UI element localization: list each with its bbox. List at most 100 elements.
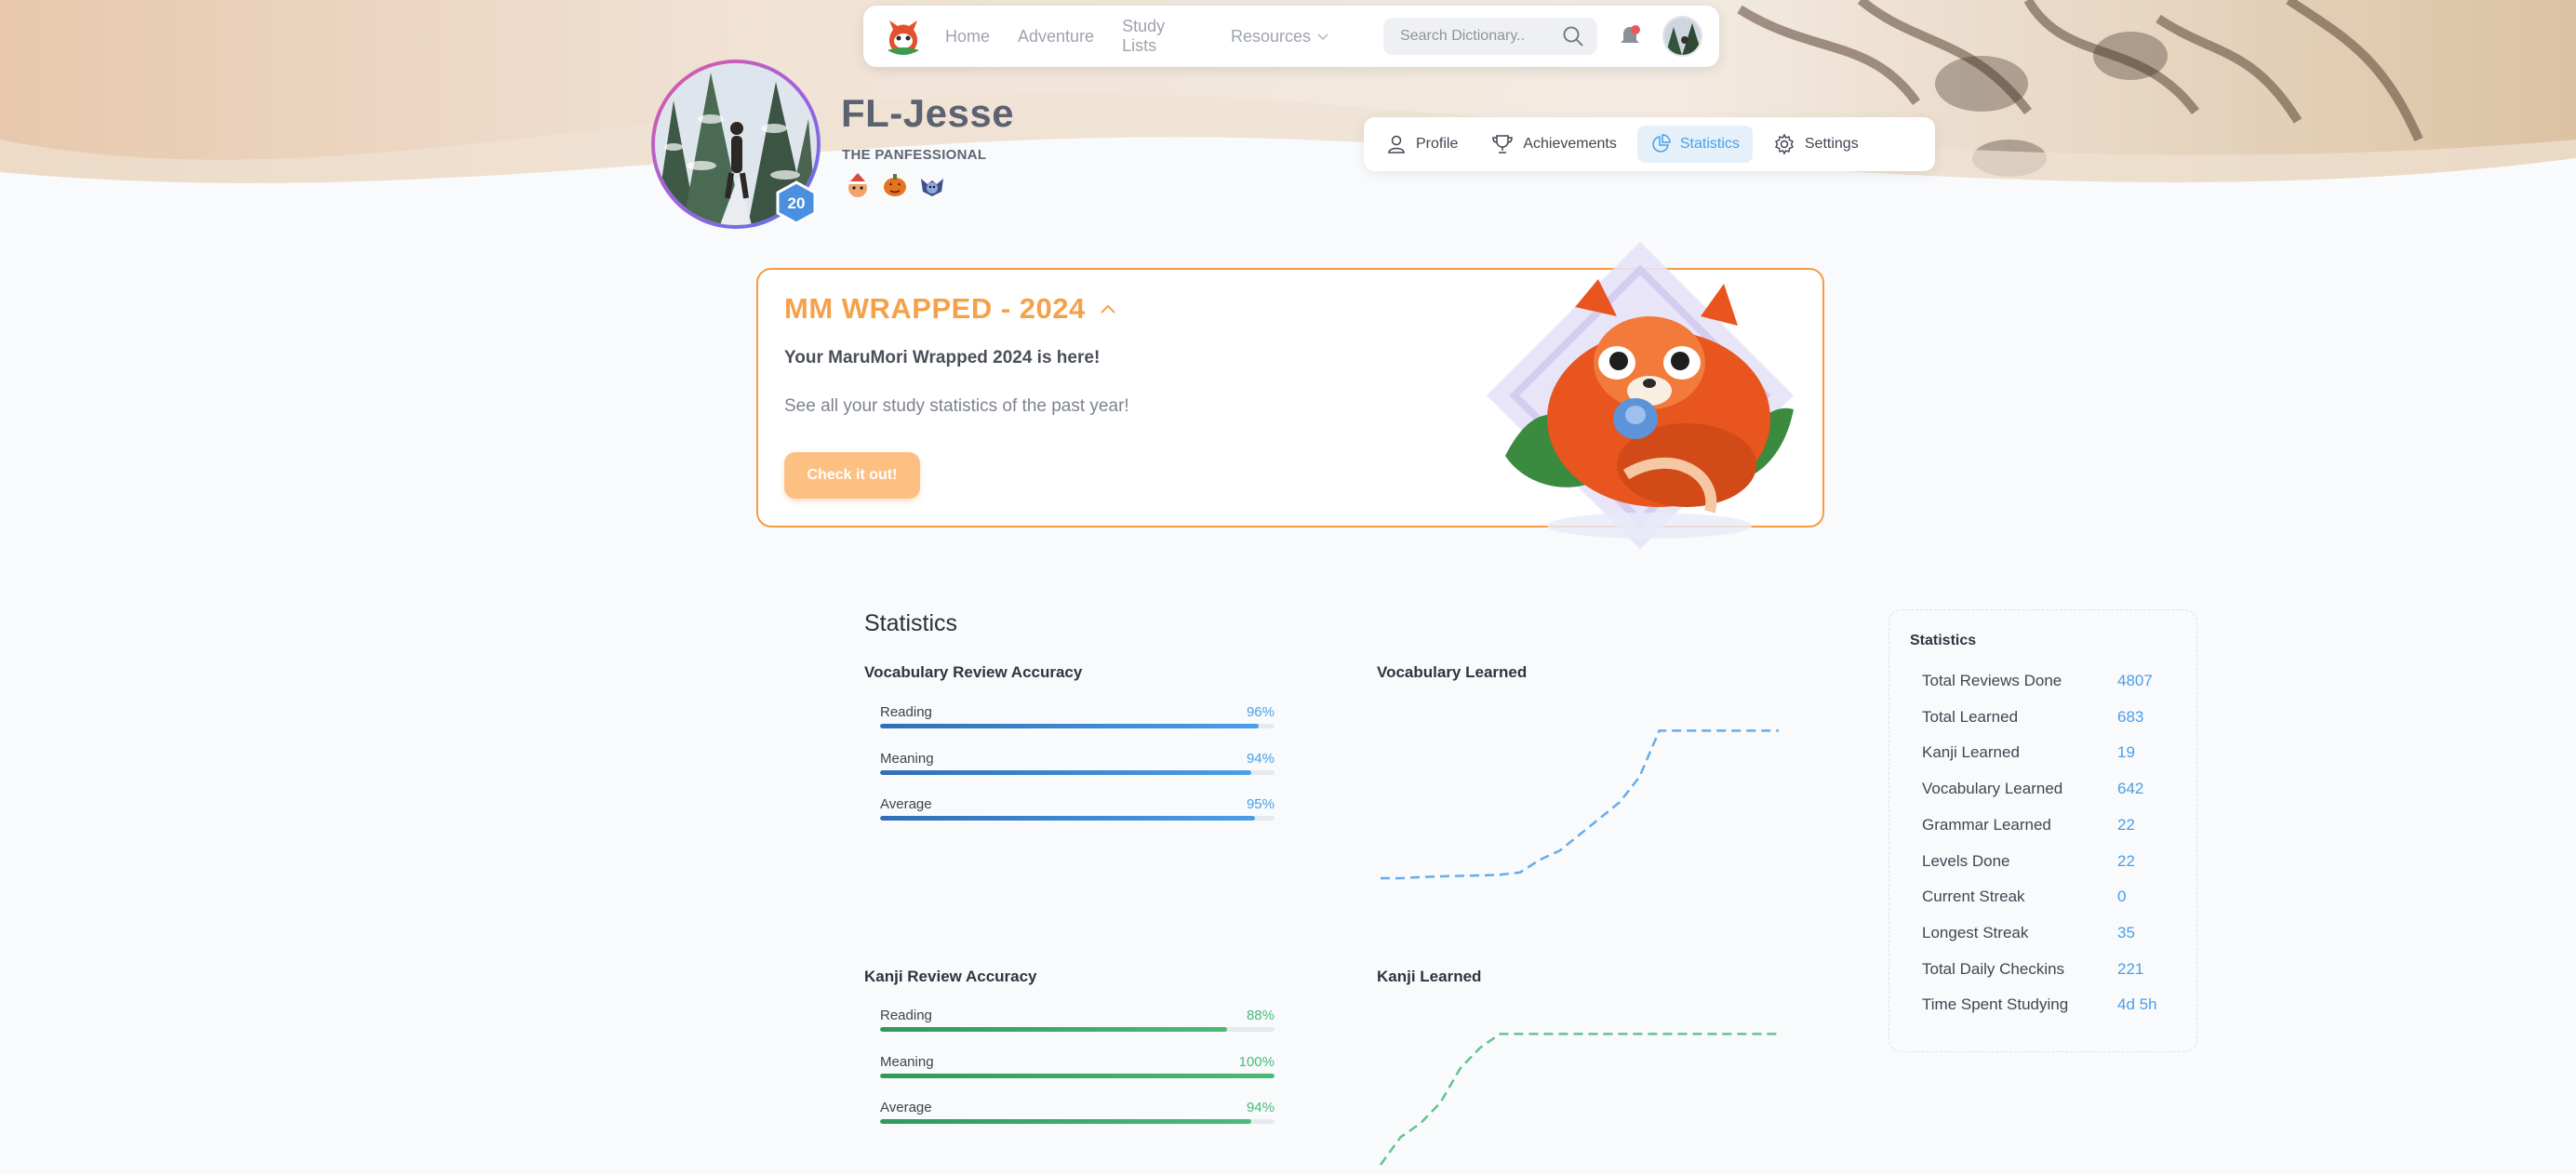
profile-username: FL-Jesse [841,91,1015,135]
bar-percent: 94% [1246,1100,1275,1115]
progress-bar-fill [880,1074,1275,1078]
nav-resources-menu[interactable]: Resources [1231,27,1329,47]
summary-row: Time Spent Studying 4d 5h [1922,995,2157,1014]
bar-percent: 95% [1246,796,1275,812]
summary-label: Total Reviews Done [1922,672,2062,689]
top-navigation: Home Adventure Study Lists Resources Sea… [863,6,1719,67]
summary-row: Total Reviews Done 4807 [1922,672,2153,690]
summary-value: 19 [2117,743,2135,762]
gear-icon [1774,133,1794,155]
kanji-accuracy-title: Kanji Review Accuracy [864,968,1037,985]
summary-value: 221 [2117,959,2144,978]
summary-value: 4807 [2117,672,2153,689]
tab-achievements-label: Achievements [1523,136,1617,152]
kanji-learned-title: Kanji Learned [1377,968,1482,985]
bar-label: Meaning [880,751,934,767]
series-line [1381,729,1779,880]
level-number: 20 [788,194,806,212]
bar-label: Average [880,796,932,812]
summary-label: Grammar Learned [1922,815,2051,834]
progress-bar-fill [880,724,1260,728]
summary-value: 0 [2117,888,2127,906]
vocab-accuracy-title: Vocabulary Review Accuracy [864,663,1083,681]
summary-value: 22 [2117,851,2135,870]
red-panda-logo-icon[interactable] [880,13,927,60]
summary-row: Longest Streak 35 [1922,924,2135,942]
nav-adventure-link[interactable]: Adventure [1018,27,1094,47]
kanji-meaning-accuracy: Meaning 100% [880,1054,1275,1078]
chevron-up-icon[interactable] [1099,302,1117,315]
kanji-learned-chart [1379,1033,1779,1166]
tab-settings[interactable]: Settings [1760,126,1872,163]
vocab-meaning-accuracy: Meaning 94% [880,751,1275,775]
tab-profile[interactable]: Profile [1373,126,1471,163]
summary-label: Total Daily Checkins [1922,959,2065,978]
wrapped-title[interactable]: MM WRAPPED - 2024 [784,292,1117,326]
summary-label: Longest Streak [1922,923,2029,941]
bar-label: Reading [880,1008,932,1023]
wrapped-headline: Your MaruMori Wrapped 2024 is here! [784,348,1101,367]
dictionary-search-input[interactable]: Search Dictionary.. [1383,18,1597,55]
notification-bell-icon[interactable] [1618,24,1642,48]
summary-value: 642 [2117,780,2144,798]
summary-row: Grammar Learned 22 [1922,816,2135,835]
vocab-average-accuracy: Average 95% [880,796,1275,821]
kanji-reading-accuracy: Reading 88% [880,1008,1275,1032]
search-icon[interactable] [1562,25,1584,47]
profile-tabs: Profile Achievements Statistics Settings [1364,117,1935,171]
summary-label: Vocabulary Learned [1922,780,2063,798]
summary-value: 683 [2117,707,2144,726]
summary-row: Vocabulary Learned 642 [1922,780,2143,798]
bar-percent: 88% [1246,1008,1275,1023]
summary-title: Statistics [1910,633,1977,648]
santa-panda-badge-icon[interactable] [844,171,872,199]
summary-value: 4d 5h [2117,995,2157,1014]
summary-row: Current Streak 0 [1922,888,2126,906]
tab-settings-label: Settings [1804,136,1859,152]
badge-list [844,171,946,199]
vocab-learned-chart [1381,729,1779,880]
progress-bar-fill [880,1119,1251,1124]
vocab-learned-title: Vocabulary Learned [1377,663,1528,681]
bar-percent: 100% [1238,1054,1275,1070]
search-placeholder: Search Dictionary.. [1400,28,1526,44]
summary-label: Total Learned [1922,707,2019,726]
bat-panda-badge-icon[interactable] [918,171,946,199]
tab-profile-label: Profile [1416,136,1459,152]
nav-home-link[interactable]: Home [945,27,990,47]
bar-label: Meaning [880,1054,934,1070]
check-it-out-button[interactable]: Check it out! [784,452,920,499]
vocab-reading-accuracy: Reading 96% [880,704,1275,728]
nav-resources-label: Resources [1231,26,1312,46]
progress-bar-fill [880,1027,1228,1032]
summary-label: Kanji Learned [1922,743,2020,762]
bar-label: Reading [880,704,932,720]
level-badge: 20 [774,180,819,225]
summary-row: Kanji Learned 19 [1922,743,2135,762]
profile-title: THE PANFESSIONAL [842,147,987,163]
tab-statistics[interactable]: Statistics [1636,126,1753,163]
summary-row: Levels Done 22 [1922,852,2135,871]
kanji-average-accuracy: Average 94% [880,1100,1275,1124]
tab-statistics-label: Statistics [1679,136,1740,152]
progress-bar-fill [880,770,1251,775]
statistics-summary-panel: Statistics Total Reviews Done 4807 Total L… [1889,609,2197,1052]
wrapped-title-text: MM WRAPPED - 2024 [784,292,1086,325]
red-panda-mascot-illustration [1487,242,1812,558]
progress-bar-fill [880,816,1255,821]
summary-value: 35 [2117,923,2135,941]
user-avatar[interactable] [1662,16,1702,57]
pie-chart-icon [1652,134,1671,153]
summary-label: Levels Done [1922,851,2010,870]
user-icon [1388,135,1405,154]
nav-study-lists-link[interactable]: Study Lists [1122,17,1203,56]
summary-row: Total Daily Checkins 221 [1922,960,2143,979]
summary-label: Time Spent Studying [1922,995,2069,1014]
wrapped-subtitle: See all your study statistics of the pas… [784,396,1129,416]
bar-percent: 96% [1246,704,1275,720]
series-line [1379,1033,1779,1166]
trophy-icon [1492,135,1514,154]
tab-achievements[interactable]: Achievements [1478,126,1630,163]
pumpkin-panda-badge-icon[interactable] [881,171,909,199]
bar-label: Average [880,1100,932,1115]
